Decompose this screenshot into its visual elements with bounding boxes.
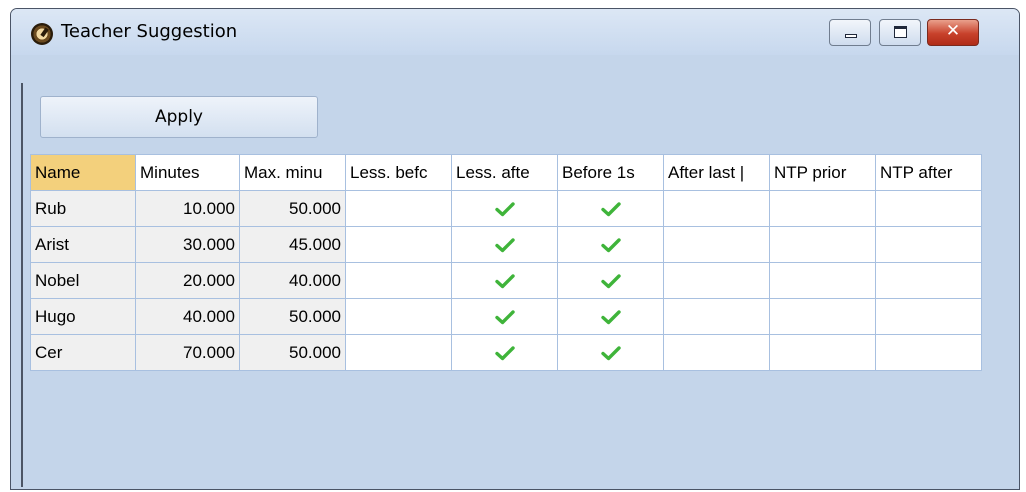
check-icon — [600, 202, 621, 217]
checkbox-cell[interactable] — [451, 262, 558, 299]
checkbox-cell[interactable] — [769, 334, 876, 371]
check-icon — [600, 238, 621, 253]
checkbox-cell[interactable] — [557, 262, 664, 299]
checkbox-cell[interactable] — [875, 190, 982, 227]
checkbox-cell[interactable] — [875, 298, 982, 335]
checkbox-cell[interactable] — [663, 190, 770, 227]
checkbox-cell[interactable] — [345, 298, 452, 335]
checkbox-cell[interactable] — [557, 334, 664, 371]
maximize-button[interactable] — [879, 19, 921, 46]
column-header[interactable]: NTP prior — [769, 154, 876, 191]
name-cell[interactable]: Cer — [30, 334, 136, 371]
check-icon — [494, 310, 515, 325]
title-bar[interactable]: Teacher Suggestion ✕ — [11, 9, 1019, 55]
max-minutes-cell[interactable]: 50.000 — [239, 334, 346, 371]
column-header[interactable]: Before 1s — [557, 154, 664, 191]
checkbox-cell[interactable] — [345, 226, 452, 263]
table-row[interactable]: Cer 70.000 50.000 — [30, 334, 982, 371]
checkbox-cell[interactable] — [769, 262, 876, 299]
check-icon — [494, 238, 515, 253]
column-header[interactable]: Less. afte — [451, 154, 558, 191]
column-header[interactable]: Name — [30, 154, 136, 191]
close-button[interactable]: ✕ — [927, 19, 979, 46]
column-header[interactable]: Less. befc — [345, 154, 452, 191]
column-header[interactable]: Max. minu — [239, 154, 346, 191]
window-title: Teacher Suggestion — [61, 21, 238, 42]
checkbox-cell[interactable] — [769, 298, 876, 335]
grid-body: Rub 10.000 50.000 Arist 30.000 45.000 Nobel 20.… — [30, 190, 982, 371]
minutes-cell[interactable]: 10.000 — [135, 190, 240, 227]
checkbox-cell[interactable] — [451, 226, 558, 263]
checkbox-cell[interactable] — [557, 298, 664, 335]
teacher-grid[interactable]: Name Minutes Max. minu Less. befc Less. afte… — [30, 154, 982, 371]
minutes-cell[interactable]: 30.000 — [135, 226, 240, 263]
name-cell[interactable]: Rub — [30, 190, 136, 227]
table-row[interactable]: Nobel 20.000 40.000 — [30, 262, 982, 299]
checkbox-cell[interactable] — [663, 298, 770, 335]
check-icon — [494, 274, 515, 289]
apply-button[interactable]: Apply — [40, 96, 318, 138]
check-icon — [600, 310, 621, 325]
checkbox-cell[interactable] — [769, 226, 876, 263]
max-minutes-cell[interactable]: 40.000 — [239, 262, 346, 299]
name-cell[interactable]: Hugo — [30, 298, 136, 335]
column-header[interactable]: After last | — [663, 154, 770, 191]
check-icon — [494, 202, 515, 217]
max-minutes-cell[interactable]: 50.000 — [239, 298, 346, 335]
maximize-icon — [894, 26, 907, 38]
checkbox-cell[interactable] — [875, 262, 982, 299]
minutes-cell[interactable]: 20.000 — [135, 262, 240, 299]
check-icon — [494, 346, 515, 361]
checkbox-cell[interactable] — [345, 334, 452, 371]
checkbox-cell[interactable] — [663, 334, 770, 371]
checkbox-cell[interactable] — [557, 190, 664, 227]
column-header[interactable]: Minutes — [135, 154, 240, 191]
checkbox-cell[interactable] — [557, 226, 664, 263]
checkbox-cell[interactable] — [875, 226, 982, 263]
max-minutes-cell[interactable]: 45.000 — [239, 226, 346, 263]
checkbox-cell[interactable] — [451, 298, 558, 335]
checkbox-cell[interactable] — [345, 190, 452, 227]
check-icon — [600, 274, 621, 289]
name-cell[interactable]: Arist — [30, 226, 136, 263]
clock-icon — [31, 23, 53, 45]
close-icon: ✕ — [945, 21, 961, 41]
checkbox-cell[interactable] — [875, 334, 982, 371]
minutes-cell[interactable]: 40.000 — [135, 298, 240, 335]
table-row[interactable]: Rub 10.000 50.000 — [30, 190, 982, 227]
checkbox-cell[interactable] — [451, 190, 558, 227]
table-row[interactable]: Arist 30.000 45.000 — [30, 226, 982, 263]
name-cell[interactable]: Nobel — [30, 262, 136, 299]
checkbox-cell[interactable] — [345, 262, 452, 299]
grid-header-row: Name Minutes Max. minu Less. befc Less. afte… — [30, 154, 982, 191]
minimize-icon — [845, 34, 857, 38]
column-header[interactable]: NTP after — [875, 154, 982, 191]
table-row[interactable]: Hugo 40.000 50.000 — [30, 298, 982, 335]
minutes-cell[interactable]: 70.000 — [135, 334, 240, 371]
checkbox-cell[interactable] — [451, 334, 558, 371]
minimize-button[interactable] — [829, 19, 871, 46]
check-icon — [600, 346, 621, 361]
checkbox-cell[interactable] — [769, 190, 876, 227]
checkbox-cell[interactable] — [663, 262, 770, 299]
max-minutes-cell[interactable]: 50.000 — [239, 190, 346, 227]
checkbox-cell[interactable] — [663, 226, 770, 263]
